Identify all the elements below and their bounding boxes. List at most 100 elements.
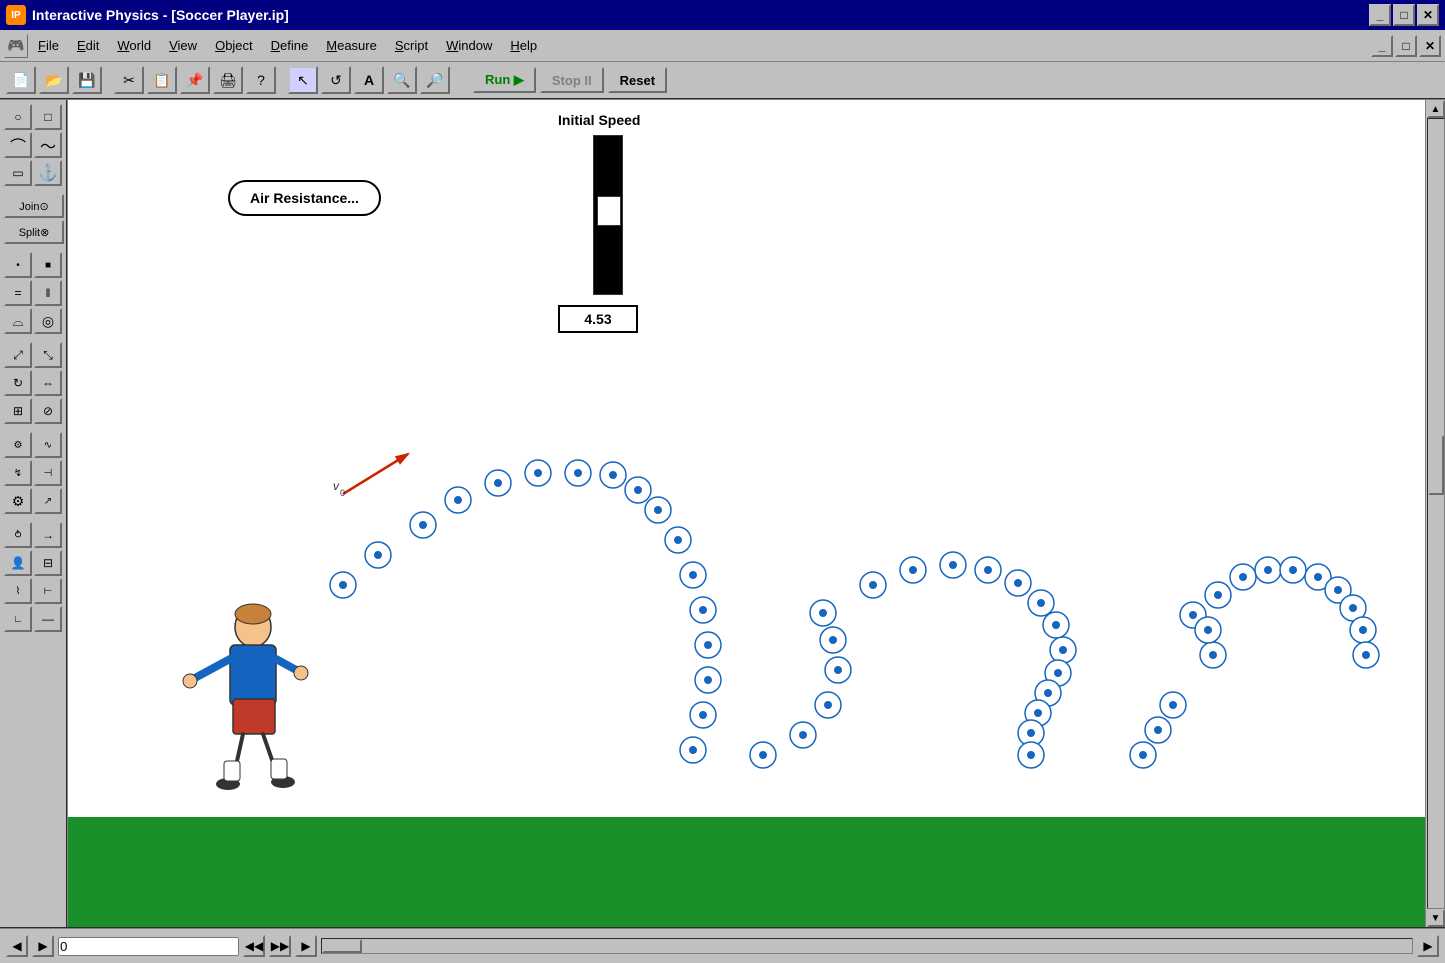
print-button[interactable]: 🖨: [213, 66, 243, 94]
copy-button[interactable]: 📋: [147, 66, 177, 94]
tool-row-5: = ‖: [4, 280, 62, 306]
rewind-button[interactable]: ◀◀: [243, 935, 265, 957]
line-tool[interactable]: —: [34, 606, 62, 632]
reset-button[interactable]: Reset: [608, 67, 667, 93]
bottom-scroll-thumb[interactable]: [322, 939, 362, 953]
wave-tool[interactable]: ∿: [34, 432, 62, 458]
chart-tool[interactable]: ↗: [34, 488, 62, 514]
step-button[interactable]: ▶▶: [269, 935, 291, 957]
menu-help[interactable]: Help: [502, 35, 545, 56]
title-bar-left: IP Interactive Physics - [Soccer Player.…: [6, 5, 289, 25]
zoom-out-tool[interactable]: 🔎: [420, 66, 450, 94]
scroll-track[interactable]: [1427, 118, 1445, 909]
cut-button[interactable]: ✂: [114, 66, 144, 94]
title-text: Interactive Physics - [Soccer Player.ip]: [32, 7, 289, 23]
tool-row-8: ↻ ⇔: [4, 370, 62, 396]
resize-tool[interactable]: ⤡: [34, 342, 62, 368]
menu-window[interactable]: Window: [438, 35, 500, 56]
dot-tool[interactable]: •: [4, 252, 32, 278]
gear-tool[interactable]: ⚙: [4, 488, 32, 514]
minimize-button[interactable]: _: [1369, 4, 1391, 26]
menu-script[interactable]: Script: [387, 35, 436, 56]
velocity-arrow-container: v 0: [333, 444, 423, 507]
speed-gauge-indicator: [597, 196, 621, 226]
scroll-thumb[interactable]: [1428, 435, 1444, 495]
circle-tool[interactable]: ○: [4, 104, 32, 130]
zoom-in-tool[interactable]: 🔍: [387, 66, 417, 94]
close-button[interactable]: ✕: [1417, 4, 1439, 26]
play-button[interactable]: ▶: [32, 935, 54, 957]
hline-tool[interactable]: =: [4, 280, 32, 306]
run-button[interactable]: Run ▶: [473, 67, 536, 93]
tool-row-1: ○ □: [4, 104, 62, 130]
air-resistance-button[interactable]: Air Resistance...: [228, 180, 381, 216]
ruler-tool[interactable]: ⊢: [34, 578, 62, 604]
tool-row-10: ⚙ ∿: [4, 432, 62, 458]
target-tool[interactable]: ◎: [34, 308, 62, 334]
svg-text:v: v: [333, 479, 340, 493]
menu-view[interactable]: View: [161, 35, 205, 56]
menu-close[interactable]: ✕: [1419, 35, 1441, 57]
help-tb-button[interactable]: ?: [246, 66, 276, 94]
damper-tool[interactable]: ⊣: [34, 460, 62, 486]
motor-tool[interactable]: ⥁: [4, 522, 32, 548]
lasso-tool[interactable]: ⊘: [34, 398, 62, 424]
frame-input[interactable]: 0: [58, 937, 239, 956]
title-bar: IP Interactive Physics - [Soccer Player.…: [0, 0, 1445, 30]
signal-tool[interactable]: ⌇: [4, 578, 32, 604]
freehand-tool[interactable]: 〜: [34, 132, 62, 158]
right-scrollbar: ▲ ▼: [1425, 100, 1445, 927]
menu-object[interactable]: Object: [207, 35, 261, 56]
rect2-tool[interactable]: ▭: [4, 160, 32, 186]
bottom-scroll-track[interactable]: [321, 938, 1413, 954]
canvas-area[interactable]: Initial Speed 4.53 Air Resistance... Dis…: [68, 100, 1425, 927]
select-tool[interactable]: ⊞: [4, 398, 32, 424]
paste-button[interactable]: 📌: [180, 66, 210, 94]
square-dot-tool[interactable]: ■: [34, 252, 62, 278]
scroll-down-button[interactable]: ▼: [1427, 909, 1445, 927]
next-frame-button[interactable]: ▶: [295, 935, 317, 957]
bottom-bar: ◀ ▶ 0 ◀◀ ▶▶ ▶ ▶: [0, 927, 1445, 963]
menu-file[interactable]: File: [30, 35, 67, 56]
toolbar: 📄 📂 💾 ✂ 📋 📌 🖨 ? ↖ ↺ A 🔍 🔎 Run ▶ Stop II …: [0, 62, 1445, 100]
divider-tool[interactable]: ⊟: [34, 550, 62, 576]
split-button[interactable]: Split⊗: [4, 220, 64, 244]
curved-tool[interactable]: ⌒: [4, 132, 32, 158]
angle-tool[interactable]: ∟: [4, 606, 32, 632]
move-tool[interactable]: ⤢: [4, 342, 32, 368]
person-tool[interactable]: 👤: [4, 550, 32, 576]
menu-maximize[interactable]: □: [1395, 35, 1417, 57]
spring-tool[interactable]: ⚙: [4, 432, 32, 458]
initial-speed-label: Initial Speed: [558, 112, 640, 128]
text-tool[interactable]: A: [354, 66, 384, 94]
menu-edit[interactable]: Edit: [69, 35, 107, 56]
menu-minimize[interactable]: _: [1371, 35, 1393, 57]
speed-value-box: 4.53: [558, 305, 638, 333]
menu-world[interactable]: World: [109, 35, 159, 56]
app-menu-icon[interactable]: 🎮: [4, 34, 28, 58]
tool-row-15: ⌇ ⊢: [4, 578, 62, 604]
join-button[interactable]: Join⊙: [4, 194, 64, 218]
rect-tool[interactable]: □: [34, 104, 62, 130]
title-bar-controls: _ □ ✕: [1369, 4, 1439, 26]
save-button[interactable]: 💾: [72, 66, 102, 94]
arrow-tool[interactable]: →: [34, 522, 62, 548]
maximize-button[interactable]: □: [1393, 4, 1415, 26]
stop-button[interactable]: Stop II: [540, 67, 604, 93]
menu-define[interactable]: Define: [263, 35, 317, 56]
prev-frame-button[interactable]: ◀: [6, 935, 28, 957]
arc-tool[interactable]: ⌓: [4, 308, 32, 334]
anchor-tool[interactable]: ⚓: [34, 160, 62, 186]
flip-tool[interactable]: ⇔: [34, 370, 62, 396]
menu-measure[interactable]: Measure: [318, 35, 385, 56]
force-tool[interactable]: ↯: [4, 460, 32, 486]
scroll-up-button[interactable]: ▲: [1427, 100, 1445, 118]
scroll-right-button[interactable]: ▶: [1417, 935, 1439, 957]
new-button[interactable]: 📄: [6, 66, 36, 94]
ground: [68, 817, 1425, 927]
pointer-tool[interactable]: ↖: [288, 66, 318, 94]
undo-button[interactable]: ↺: [321, 66, 351, 94]
open-button[interactable]: 📂: [39, 66, 69, 94]
vline-tool[interactable]: ‖: [34, 280, 62, 306]
rotate-tool[interactable]: ↻: [4, 370, 32, 396]
